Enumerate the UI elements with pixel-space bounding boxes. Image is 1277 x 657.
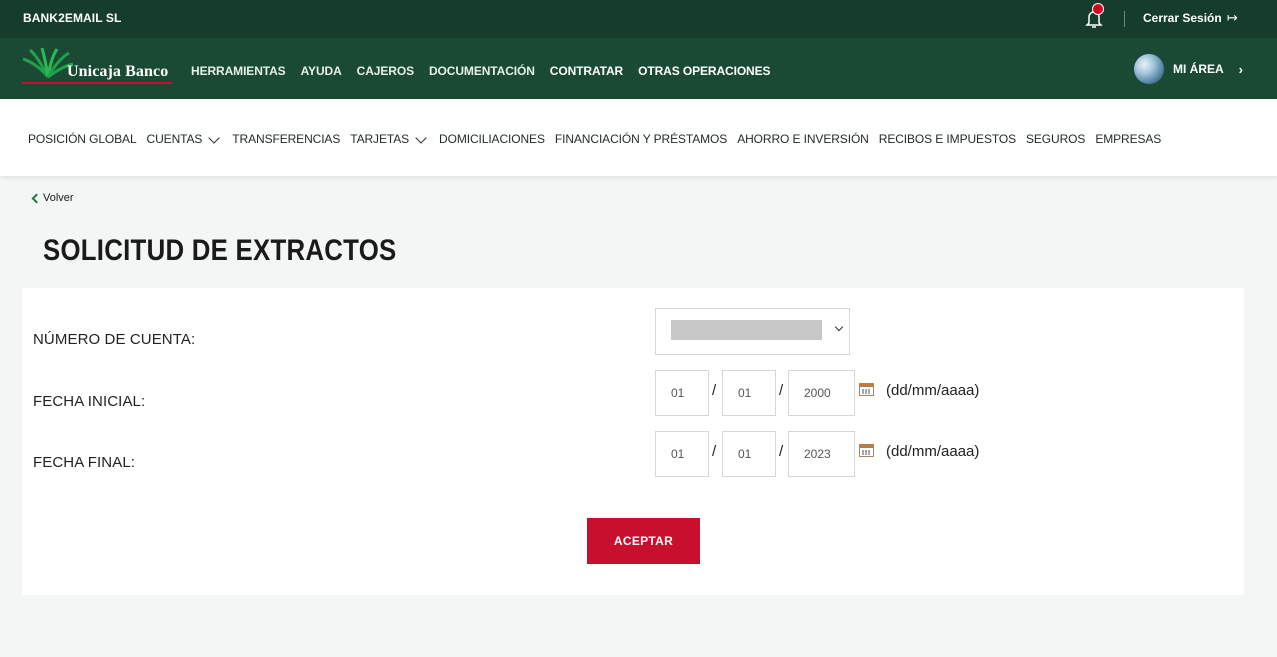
nav-cajeros[interactable]: CAJEROS [357,64,414,78]
end-year-input[interactable]: 2023 [788,431,855,477]
end-date-label: FECHA FINAL: [33,454,136,471]
subnav-empresas[interactable]: EMPRESAS [1095,132,1161,146]
nav-herramientas[interactable]: HERRAMIENTAS [191,64,286,78]
top-bar: BANK2EMAIL SL Cerrar Sesión ↦ [0,0,1277,38]
calendar-icon[interactable] [859,444,874,457]
subnav-transferencias[interactable]: TRANSFERENCIAS [232,132,340,146]
main-nav-links: HERRAMIENTAS AYUDA CAJEROS DOCUMENTACIÓN… [191,64,771,78]
subnav-tarjetas[interactable]: TARJETAS [350,132,429,146]
end-day-input[interactable]: 01 [655,431,709,477]
back-link[interactable]: Volver [30,192,74,204]
subnav-cuentas[interactable]: CUENTAS [147,132,223,146]
subnav-recibos[interactable]: RECIBOS E IMPUESTOS [879,132,1016,146]
subnav-seguros[interactable]: SEGUROS [1026,132,1085,146]
chevron-down-icon [415,132,427,144]
subnav-cuentas-label: CUENTAS [146,132,203,146]
end-month-input[interactable]: 01 [722,431,776,477]
notification-bell-icon[interactable] [1083,3,1105,30]
start-month-input[interactable]: 01 [722,370,776,416]
date-format-hint: (dd/mm/aaaa) [886,443,980,460]
date-separator: / [779,443,784,460]
divider [1124,11,1125,27]
secondary-navigation: POSICIÓN GLOBAL CUENTAS TRANSFERENCIAS T… [0,99,1277,176]
page-title: SOLICITUD DE EXTRACTOS [43,234,397,267]
statement-request-form: NÚMERO DE CUENTA: FECHA INICIAL: 01 / 01… [22,288,1244,595]
mi-area-link[interactable]: MI ÁREA › [1134,54,1243,84]
subnav-financiacion[interactable]: FINANCIACIÓN Y PRÉSTAMOS [555,132,727,146]
start-date-label: FECHA INICIAL: [33,393,146,410]
date-separator: / [712,382,717,399]
chevron-down-icon [834,322,844,332]
date-separator: / [712,443,717,460]
start-year-input[interactable]: 2000 [788,370,855,416]
account-number-label: NÚMERO DE CUENTA: [33,331,196,348]
start-day-input[interactable]: 01 [655,370,709,416]
subnav-domiciliaciones[interactable]: DOMICILIACIONES [439,132,545,146]
notification-badge [1092,3,1104,15]
company-name: BANK2EMAIL SL [23,11,122,25]
subnav-ahorro[interactable]: AHORRO E INVERSIÓN [737,132,869,146]
subnav-tarjetas-label: TARJETAS [350,132,410,146]
nav-contratar[interactable]: CONTRATAR [550,64,623,78]
mi-area-label: MI ÁREA [1173,62,1224,76]
logout-icon: ↦ [1226,10,1238,25]
chevron-down-icon [208,132,220,144]
logout-label: Cerrar Sesión [1143,11,1222,25]
chevron-right-icon: › [1238,61,1244,77]
brand-name: Unicaja Banco [67,63,169,80]
accept-button[interactable]: ACEPTAR [587,518,700,564]
main-navigation: Unicaja Banco HERRAMIENTAS AYUDA CAJEROS… [0,38,1277,99]
date-format-hint: (dd/mm/aaaa) [886,382,980,399]
chevron-left-icon [31,193,42,203]
account-select[interactable] [655,308,850,355]
nav-documentacion[interactable]: DOCUMENTACIÓN [429,64,535,78]
unicaja-logo[interactable]: Unicaja Banco [22,47,174,85]
back-label: Volver [43,192,74,204]
date-separator: / [779,382,784,399]
calendar-icon[interactable] [859,383,874,396]
account-value-redacted [671,320,822,340]
globe-avatar-icon [1134,54,1164,84]
nav-ayuda[interactable]: AYUDA [301,64,342,78]
logo-underline [22,82,172,84]
subnav-posicion-global[interactable]: POSICIÓN GLOBAL [28,132,137,146]
logout-link[interactable]: Cerrar Sesión ↦ [1143,10,1238,26]
nav-otras-operaciones[interactable]: OTRAS OPERACIONES [638,64,770,78]
